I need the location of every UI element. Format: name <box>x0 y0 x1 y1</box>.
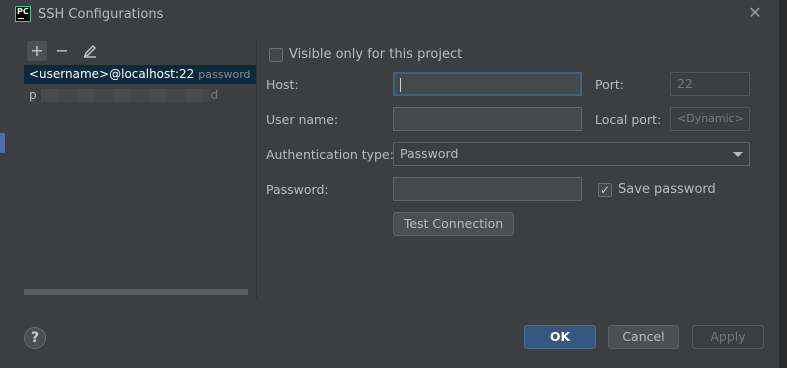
save-password-label: Save password <box>618 182 716 197</box>
host-label: Host: <box>266 77 299 92</box>
config-item-name: <username>@localhost:22 <box>29 67 195 81</box>
local-port-input[interactable]: <Dynamic> <box>670 107 750 131</box>
chevron-down-icon <box>733 152 743 157</box>
background-gutter <box>780 0 787 368</box>
config-item-prefix: p <box>29 88 37 102</box>
host-input[interactable] <box>393 72 582 96</box>
list-toolbar: + − <box>24 40 256 62</box>
password-label: Password: <box>266 182 329 197</box>
user-name-label: User name: <box>266 112 339 127</box>
close-icon[interactable]: ✕ <box>747 5 763 21</box>
apply-button[interactable]: Apply <box>692 325 764 349</box>
port-input[interactable]: 22 <box>670 72 750 96</box>
test-connection-button[interactable]: Test Connection <box>393 212 514 236</box>
pycharm-app-icon: PC <box>15 6 31 22</box>
background-accent <box>0 133 5 153</box>
password-input[interactable] <box>393 177 582 201</box>
user-name-input[interactable] <box>393 107 582 131</box>
auth-type-select[interactable]: Password <box>393 142 750 166</box>
config-item-auth: password <box>198 68 251 81</box>
cancel-button[interactable]: Cancel <box>608 325 679 349</box>
port-label: Port: <box>595 77 624 92</box>
minus-icon[interactable]: − <box>52 41 72 61</box>
ok-button[interactable]: OK <box>524 325 596 349</box>
redacted-text <box>40 89 211 102</box>
title-bar: PC SSH Configurations ✕ <box>0 0 780 30</box>
pencil-icon[interactable] <box>80 41 100 61</box>
visible-only-checkbox[interactable] <box>269 48 283 62</box>
ssh-configurations-dialog: PC SSH Configurations ✕ + − <username>@l… <box>0 0 780 368</box>
auth-type-label: Authentication type: <box>266 147 394 162</box>
help-button[interactable]: ? <box>24 327 46 349</box>
plus-icon[interactable]: + <box>27 41 47 61</box>
window-title: SSH Configurations <box>38 7 164 22</box>
auth-type-value: Password <box>400 146 459 161</box>
config-form: Visible only for this project Host: Port… <box>257 40 780 300</box>
config-list-panel: + − <username>@localhost:22 password pd <box>24 40 256 298</box>
visible-only-label: Visible only for this project <box>289 47 463 62</box>
config-item-obscured[interactable]: pd <box>24 86 256 105</box>
local-port-label: Local port: <box>595 112 662 127</box>
list-horizontal-scrollbar[interactable] <box>24 289 248 295</box>
text-caret <box>400 78 401 92</box>
config-item-localhost[interactable]: <username>@localhost:22 password <box>24 65 256 84</box>
save-password-checkbox[interactable] <box>598 182 612 198</box>
config-item-suffix: d <box>210 88 219 102</box>
